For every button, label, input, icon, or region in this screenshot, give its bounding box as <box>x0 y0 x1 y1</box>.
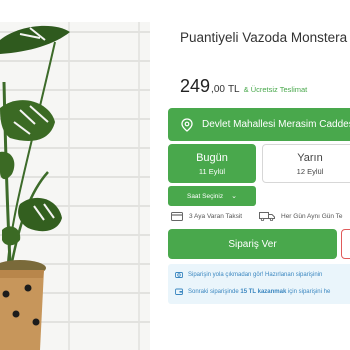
price-currency: TL <box>227 84 240 95</box>
day-option-today[interactable]: Bugün 11 Eylül <box>168 144 256 183</box>
chevron-down-icon: ⌄ <box>231 193 237 200</box>
day-option-date: 11 Eylül <box>198 167 226 176</box>
price-main: 249 <box>180 76 211 96</box>
info-line-reward[interactable]: Sonraki siparişinde 15 TL kazanmak için … <box>175 288 330 295</box>
time-select-dropdown[interactable]: Saat Seçiniz ⌄ <box>168 186 256 206</box>
day-option-tomorrow[interactable]: Yarın 12 Eylül <box>262 144 350 183</box>
info-line-tracking[interactable]: Siparişin yola çıkmadan gör! Hazırlanan … <box>175 271 322 278</box>
card-icon <box>171 212 183 221</box>
product-title: Puantiyeli Vazoda Monstera <box>180 30 348 45</box>
feature-text: 3 Aya Varan Taksit <box>189 213 243 220</box>
feature-same-day: Her Gün Aynı Gün Te <box>259 212 343 221</box>
price-row: 249 ,00 TL & Ücretsiz Teslimat <box>180 76 307 97</box>
day-option-label: Yarın <box>297 152 323 164</box>
info-line-text-start: Sonraki siparişinde <box>188 288 239 295</box>
wallet-icon <box>175 288 183 295</box>
info-box: Siparişin yola çıkmadan gör! Hazırlanan … <box>168 264 350 304</box>
info-reward-amount: 15 TL kazanmak <box>240 288 287 295</box>
truck-icon <box>259 212 275 221</box>
free-shipping-note: & Ücretsiz Teslimat <box>243 85 308 94</box>
place-order-label: Sipariş Ver <box>228 238 277 250</box>
feature-installments: 3 Aya Varan Taksit <box>171 212 242 221</box>
camera-icon <box>175 272 183 278</box>
price-decimal: ,00 <box>211 84 225 95</box>
delivery-address-selector[interactable]: Devlet Mahallesi Merasim Caddesi No: <box>168 108 350 141</box>
info-line-text-end: için siparişini he <box>287 288 331 295</box>
favorite-button[interactable] <box>341 229 350 259</box>
monstera-plant-illustration <box>0 25 70 350</box>
day-option-date: 12 Eylül <box>296 167 324 176</box>
place-order-button[interactable]: Sipariş Ver <box>168 229 337 259</box>
delivery-address-text: Devlet Mahallesi Merasim Caddesi No: <box>202 119 350 130</box>
day-option-label: Bugün <box>196 152 228 164</box>
feature-text: Her Gün Aynı Gün Te <box>281 213 343 220</box>
location-pin-icon <box>181 117 193 132</box>
time-select-label: Saat Seçiniz <box>186 192 224 200</box>
product-image <box>0 22 150 350</box>
info-line-text: Siparişin yola çıkmadan gör! Hazırlanan … <box>188 271 323 278</box>
